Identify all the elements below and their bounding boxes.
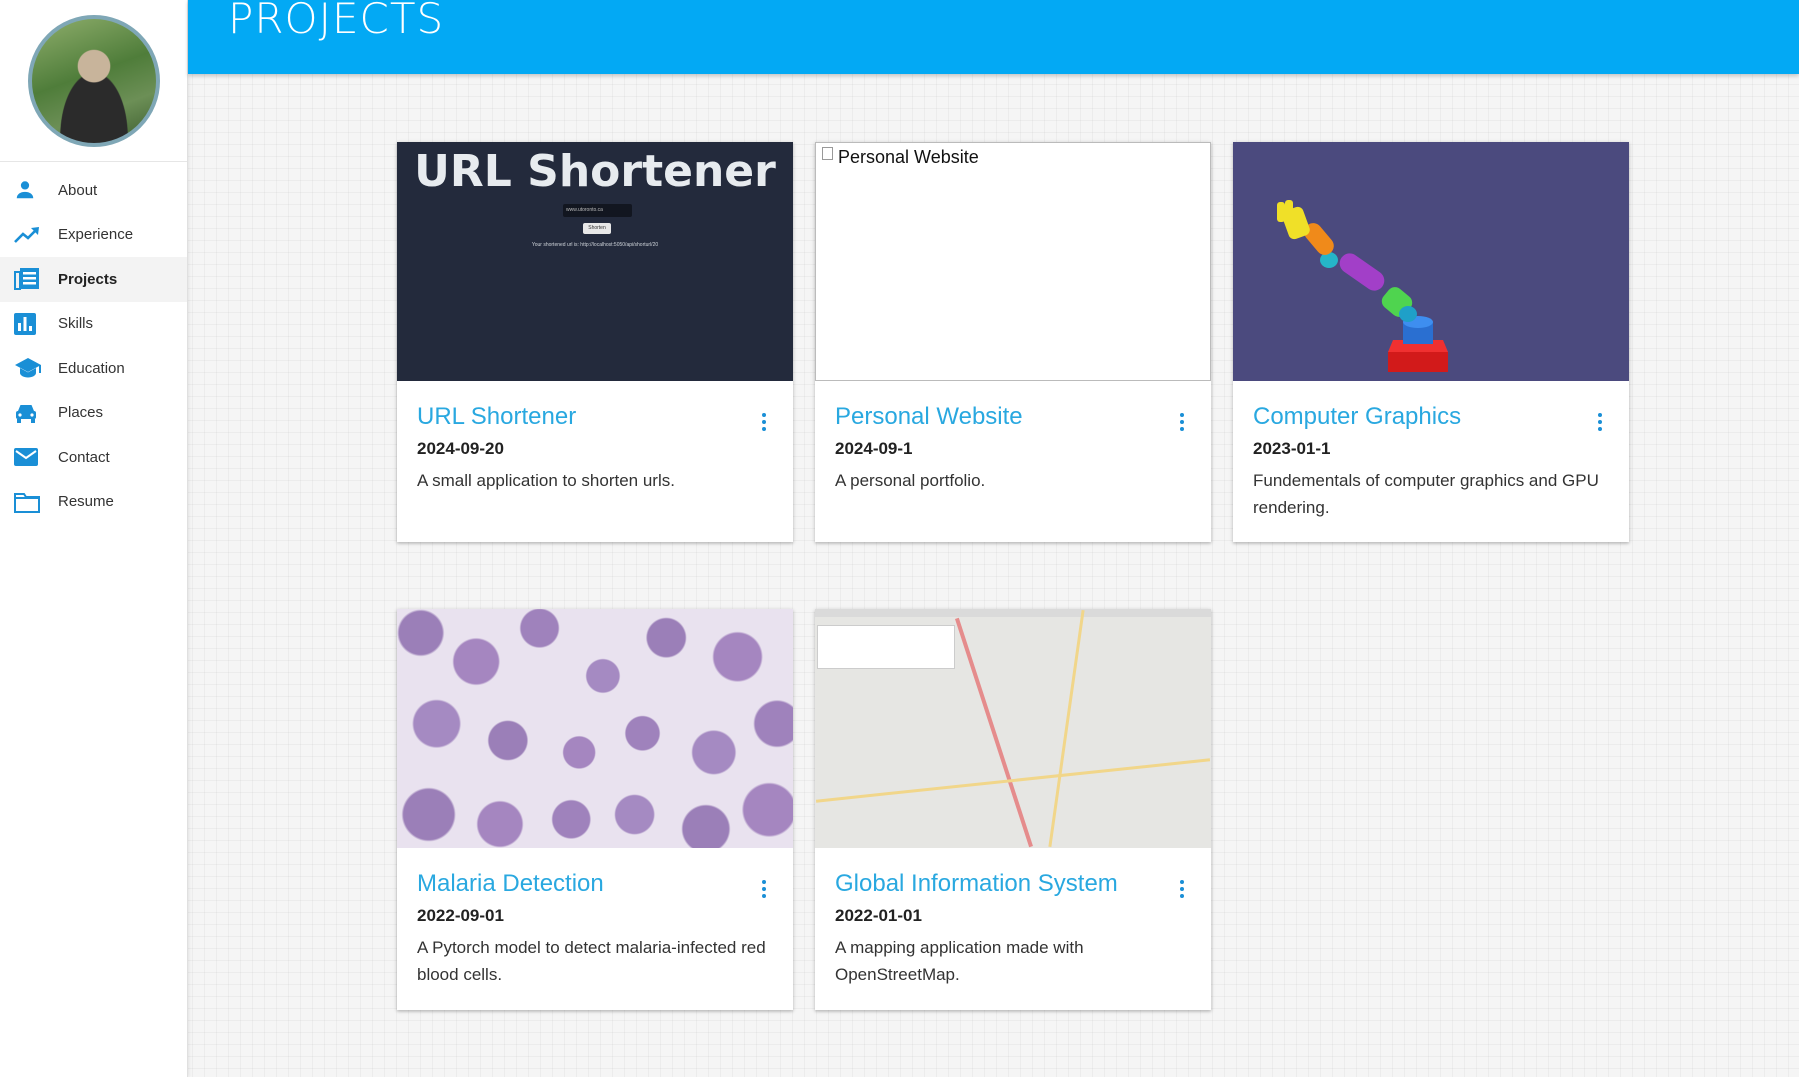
card-body: Computer Graphics 2023-01-1 Fundementals… [1233, 381, 1629, 539]
project-card: Malaria Detection 2022-09-01 A Pytorch m… [397, 609, 793, 1010]
person-icon [14, 178, 44, 202]
image-alt-text: Personal Website [838, 147, 979, 167]
image-input: www.utoronto.ca [563, 204, 632, 217]
map-window-bar [815, 609, 1211, 617]
sidebar-item-about[interactable]: About [0, 168, 187, 213]
more-vert-icon[interactable] [1179, 880, 1185, 900]
image-heading: URL Shortener [414, 146, 776, 197]
car-icon [14, 401, 44, 425]
more-vert-icon[interactable] [761, 880, 767, 900]
project-image[interactable] [397, 609, 793, 848]
map-search-panel [817, 625, 955, 669]
sidebar-item-label: About [58, 181, 98, 199]
card-body: Global Information System 2022-01-01 A m… [815, 848, 1211, 1006]
avatar [27, 14, 160, 147]
more-vert-icon[interactable] [761, 413, 767, 433]
sidebar-item-education[interactable]: Education [0, 346, 187, 391]
project-image[interactable]: Personal Website [815, 142, 1211, 381]
sidebar-item-label: Contact [58, 448, 110, 466]
sidebar-nav: About Experience Projects Skills Educati… [0, 168, 187, 524]
map-road [1048, 609, 1085, 848]
project-image[interactable] [1233, 142, 1629, 381]
image-result: Your shortened url is: http://localhost:… [531, 242, 659, 248]
page-title: PROJECTS [228, 0, 445, 43]
sidebar: About Experience Projects Skills Educati… [0, 0, 188, 1077]
project-card: Global Information System 2022-01-01 A m… [815, 609, 1211, 1010]
sidebar-item-resume[interactable]: Resume [0, 480, 187, 525]
project-title[interactable]: URL Shortener [417, 403, 773, 431]
project-date: 2022-01-01 [835, 906, 922, 925]
avatar-section [0, 0, 187, 162]
sidebar-item-projects[interactable]: Projects [0, 257, 187, 302]
card-body: Personal Website 2024-09-1 A personal po… [815, 381, 1211, 512]
bar-chart-icon [14, 312, 44, 336]
project-description: A small application to shorten urls. [417, 471, 675, 490]
more-vert-icon[interactable] [1179, 413, 1185, 433]
project-description: Fundementals of computer graphics and GP… [1253, 471, 1599, 517]
sidebar-item-label: Education [58, 359, 125, 377]
school-icon [14, 356, 44, 380]
trending-up-icon [14, 223, 44, 247]
page-header: PROJECTS [188, 0, 1799, 74]
broken-image-icon [822, 147, 833, 160]
sidebar-item-label: Experience [58, 226, 134, 244]
project-title[interactable]: Computer Graphics [1253, 403, 1609, 431]
project-date: 2022-09-01 [417, 906, 504, 925]
sidebar-item-label: Resume [58, 493, 114, 511]
project-description: A mapping application made with OpenStre… [835, 938, 1084, 984]
image-button: Shorten [583, 223, 611, 234]
project-date: 2024-09-20 [417, 439, 504, 458]
sidebar-item-label: Projects [58, 270, 118, 288]
sidebar-item-contact[interactable]: Contact [0, 435, 187, 480]
more-vert-icon[interactable] [1597, 413, 1603, 433]
news-icon [14, 267, 44, 291]
sidebar-item-label: Places [58, 404, 104, 422]
project-card: URL Shortener www.utoronto.ca Shorten Yo… [397, 142, 793, 542]
folder-icon [14, 490, 44, 514]
project-description: A personal portfolio. [835, 471, 986, 490]
sidebar-item-places[interactable]: Places [0, 391, 187, 436]
project-image[interactable] [815, 609, 1211, 848]
sidebar-item-label: Skills [58, 315, 94, 333]
project-card: Personal Website Personal Website 2024-0… [815, 142, 1211, 542]
project-title[interactable]: Personal Website [835, 403, 1191, 431]
sidebar-item-skills[interactable]: Skills [0, 302, 187, 347]
robot-arm-render [1277, 200, 1448, 372]
mail-icon [14, 445, 44, 469]
sidebar-item-experience[interactable]: Experience [0, 213, 187, 258]
card-body: Malaria Detection 2022-09-01 A Pytorch m… [397, 848, 793, 1006]
project-image[interactable]: URL Shortener www.utoronto.ca Shorten Yo… [397, 142, 793, 381]
project-date: 2024-09-1 [835, 439, 913, 458]
project-description: A Pytorch model to detect malaria-infect… [417, 938, 766, 984]
card-body: URL Shortener 2024-09-20 A small applica… [397, 381, 793, 512]
map-road [955, 617, 1033, 848]
project-title[interactable]: Malaria Detection [417, 870, 773, 898]
project-date: 2023-01-1 [1253, 439, 1331, 458]
project-title[interactable]: Global Information System [835, 870, 1191, 898]
project-card: Computer Graphics 2023-01-1 Fundementals… [1233, 142, 1629, 542]
